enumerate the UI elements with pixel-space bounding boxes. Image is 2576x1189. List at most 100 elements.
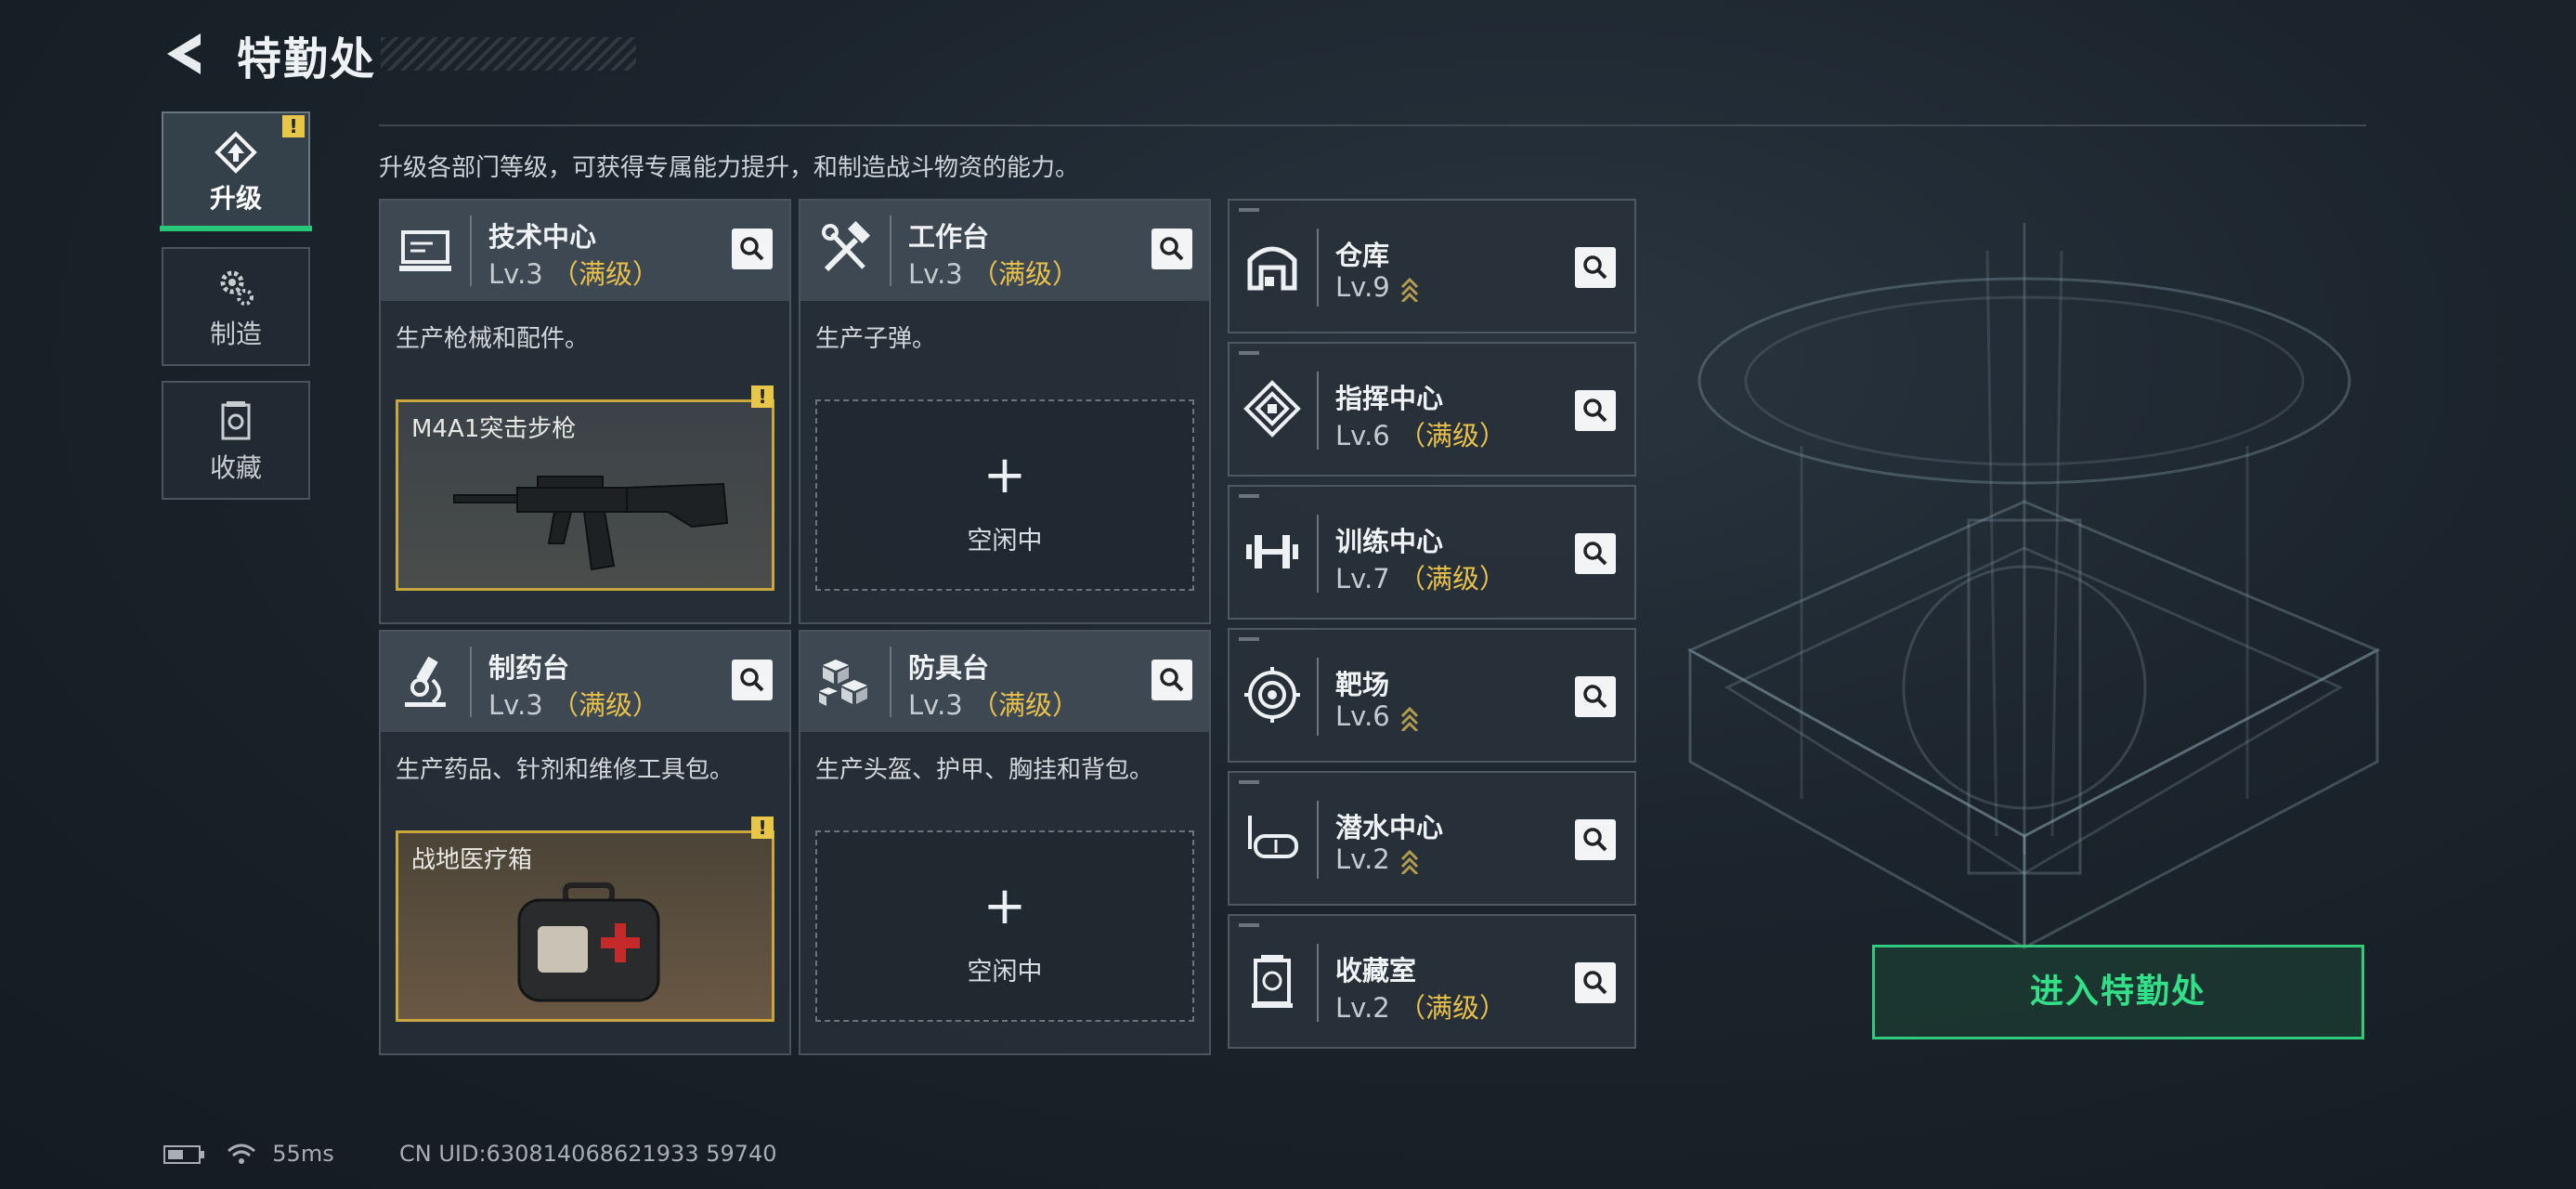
back-arrow-icon[interactable] — [160, 26, 215, 82]
search-icon — [740, 237, 764, 261]
armor-boxes-icon — [819, 660, 867, 706]
search-icon — [1583, 399, 1607, 423]
card-separator — [470, 216, 472, 286]
department-card-pharmacy[interactable]: 制药台 Lv.3 （满级） 生产药品、针剂和维修工具包。 战地医疗箱 ! — [379, 630, 791, 1055]
upgrade-chevron-icon — [1400, 706, 1418, 731]
corner-mark — [1239, 923, 1259, 927]
upgrade-chevron-icon — [1400, 277, 1418, 302]
tab-craft[interactable]: 制造 — [162, 247, 310, 366]
room-row-command-center[interactable]: 指挥中心 Lv.6 （满级） — [1228, 342, 1636, 477]
level-value: Lv.2 — [1335, 843, 1390, 875]
inspect-button[interactable] — [732, 660, 773, 700]
level-value: Lv.2 — [1335, 992, 1390, 1024]
room-row-warehouse[interactable]: 仓库 Lv.9 — [1228, 199, 1636, 333]
row-separator — [1317, 229, 1319, 307]
dumbbell-icon — [1246, 535, 1298, 568]
page-title: 特勤处 — [237, 33, 377, 85]
card-level: Lv.3 （满级） — [488, 253, 659, 292]
add-icon: + — [982, 876, 1027, 936]
department-card-tech-center[interactable]: 技术中心 Lv.3 （满级） 生产枪械和配件。 M4A1突击步枪 ! — [379, 199, 791, 624]
upgrade-chevron-icon — [1400, 849, 1418, 874]
inspect-button[interactable] — [1575, 676, 1616, 717]
room-level: Lv.6 — [1335, 700, 1420, 732]
inspect-button[interactable] — [1575, 962, 1616, 1003]
tab-upgrade-warning-badge: ! — [282, 115, 305, 137]
inspect-button[interactable] — [1575, 819, 1616, 860]
rifle-image — [453, 476, 729, 571]
card-name: 工作台 — [908, 221, 990, 253]
level-value: Lv.9 — [1335, 271, 1390, 303]
card-description: 生产子弹。 — [815, 325, 937, 353]
room-level: Lv.6 （满级） — [1335, 414, 1506, 453]
empty-production-slot[interactable]: + 空闲中 — [815, 399, 1194, 591]
page-description: 升级各部门等级，可获得专属能力提升，和制造战斗物资的能力。 — [379, 154, 1080, 182]
command-icon — [1243, 380, 1301, 438]
tab-collection[interactable]: 收藏 — [162, 381, 310, 500]
room-name: 潜水中心 — [1335, 812, 1444, 843]
inspect-button[interactable] — [1151, 660, 1192, 700]
department-card-workbench[interactable]: 工作台 Lv.3 （满级） 生产子弹。 + 空闲中 — [799, 199, 1211, 624]
corner-mark — [1239, 208, 1259, 212]
search-icon — [1160, 668, 1184, 692]
card-separator — [470, 647, 472, 717]
search-icon — [1583, 255, 1607, 280]
collection-icon — [221, 401, 251, 440]
divider — [379, 124, 2366, 126]
card-level: Lv.3 （满级） — [908, 253, 1079, 292]
tab-upgrade[interactable]: ! 升级 — [162, 111, 310, 230]
computer-icon — [399, 230, 451, 271]
level-value: Lv.3 — [908, 258, 963, 290]
room-row-diving-center[interactable]: 潜水中心 Lv.2 — [1228, 771, 1636, 906]
battery-icon — [163, 1145, 204, 1164]
inspect-button[interactable] — [1575, 390, 1616, 431]
ping-value: 55ms — [272, 1141, 334, 1167]
level-value: Lv.3 — [488, 689, 543, 721]
card-separator — [890, 647, 891, 717]
add-icon: + — [982, 445, 1027, 505]
room-row-collection-room[interactable]: 收藏室 Lv.2 （满级） — [1228, 914, 1636, 1049]
inspect-button[interactable] — [1575, 247, 1616, 288]
slot-status: 空闲中 — [967, 958, 1043, 986]
row-separator — [1317, 372, 1319, 450]
empty-production-slot[interactable]: + 空闲中 — [815, 830, 1194, 1022]
inspect-button[interactable] — [1575, 533, 1616, 574]
department-card-armor-bench[interactable]: 防具台 Lv.3 （满级） 生产头盔、护甲、胸挂和背包。 + 空闲中 — [799, 630, 1211, 1055]
search-icon — [740, 668, 764, 692]
room-level: Lv.9 — [1335, 271, 1420, 303]
level-value: Lv.7 — [1335, 563, 1390, 594]
max-level-tag: （满级） — [970, 258, 1079, 290]
tab-collection-label: 收藏 — [209, 452, 262, 483]
level-value: Lv.3 — [908, 689, 963, 721]
room-level: Lv.7 （满级） — [1335, 557, 1506, 596]
level-value: Lv.3 — [488, 258, 543, 290]
enter-special-ops-button[interactable]: 进入特勤处 — [1872, 945, 2364, 1039]
slot-status: 空闲中 — [967, 527, 1043, 555]
item-name: M4A1突击步枪 — [411, 415, 577, 443]
search-icon — [1583, 685, 1607, 709]
diving-mask-icon — [1248, 816, 1298, 858]
tab-upgrade-label: 升级 — [209, 183, 262, 214]
inspect-button[interactable] — [1151, 229, 1192, 269]
card-name: 制药台 — [488, 652, 570, 684]
item-warning-badge: ! — [751, 385, 774, 408]
row-separator — [1317, 801, 1319, 879]
room-name: 仓库 — [1335, 240, 1390, 271]
card-description: 生产头盔、护甲、胸挂和背包。 — [815, 756, 1154, 784]
room-row-shooting-range[interactable]: 靶场 Lv.6 — [1228, 628, 1636, 763]
corner-mark — [1239, 351, 1259, 355]
item-name: 战地医疗箱 — [411, 846, 533, 874]
room-name: 训练中心 — [1335, 526, 1444, 557]
corner-mark — [1239, 780, 1259, 784]
production-item-slot[interactable]: 战地医疗箱 ! — [396, 817, 774, 1022]
card-level: Lv.3 （满级） — [908, 684, 1079, 723]
level-value: Lv.6 — [1335, 420, 1390, 451]
inspect-button[interactable] — [732, 229, 773, 269]
room-row-training-center[interactable]: 训练中心 Lv.7 （满级） — [1228, 485, 1636, 620]
max-level-tag: （满级） — [1398, 420, 1506, 451]
corner-mark — [1239, 637, 1259, 641]
tab-craft-label: 制造 — [209, 319, 262, 349]
search-icon — [1160, 237, 1184, 261]
production-item-slot[interactable]: M4A1突击步枪 ! — [396, 385, 774, 591]
search-icon — [1583, 828, 1607, 852]
user-id: CN UID:630814068621933 59740 — [399, 1141, 777, 1167]
